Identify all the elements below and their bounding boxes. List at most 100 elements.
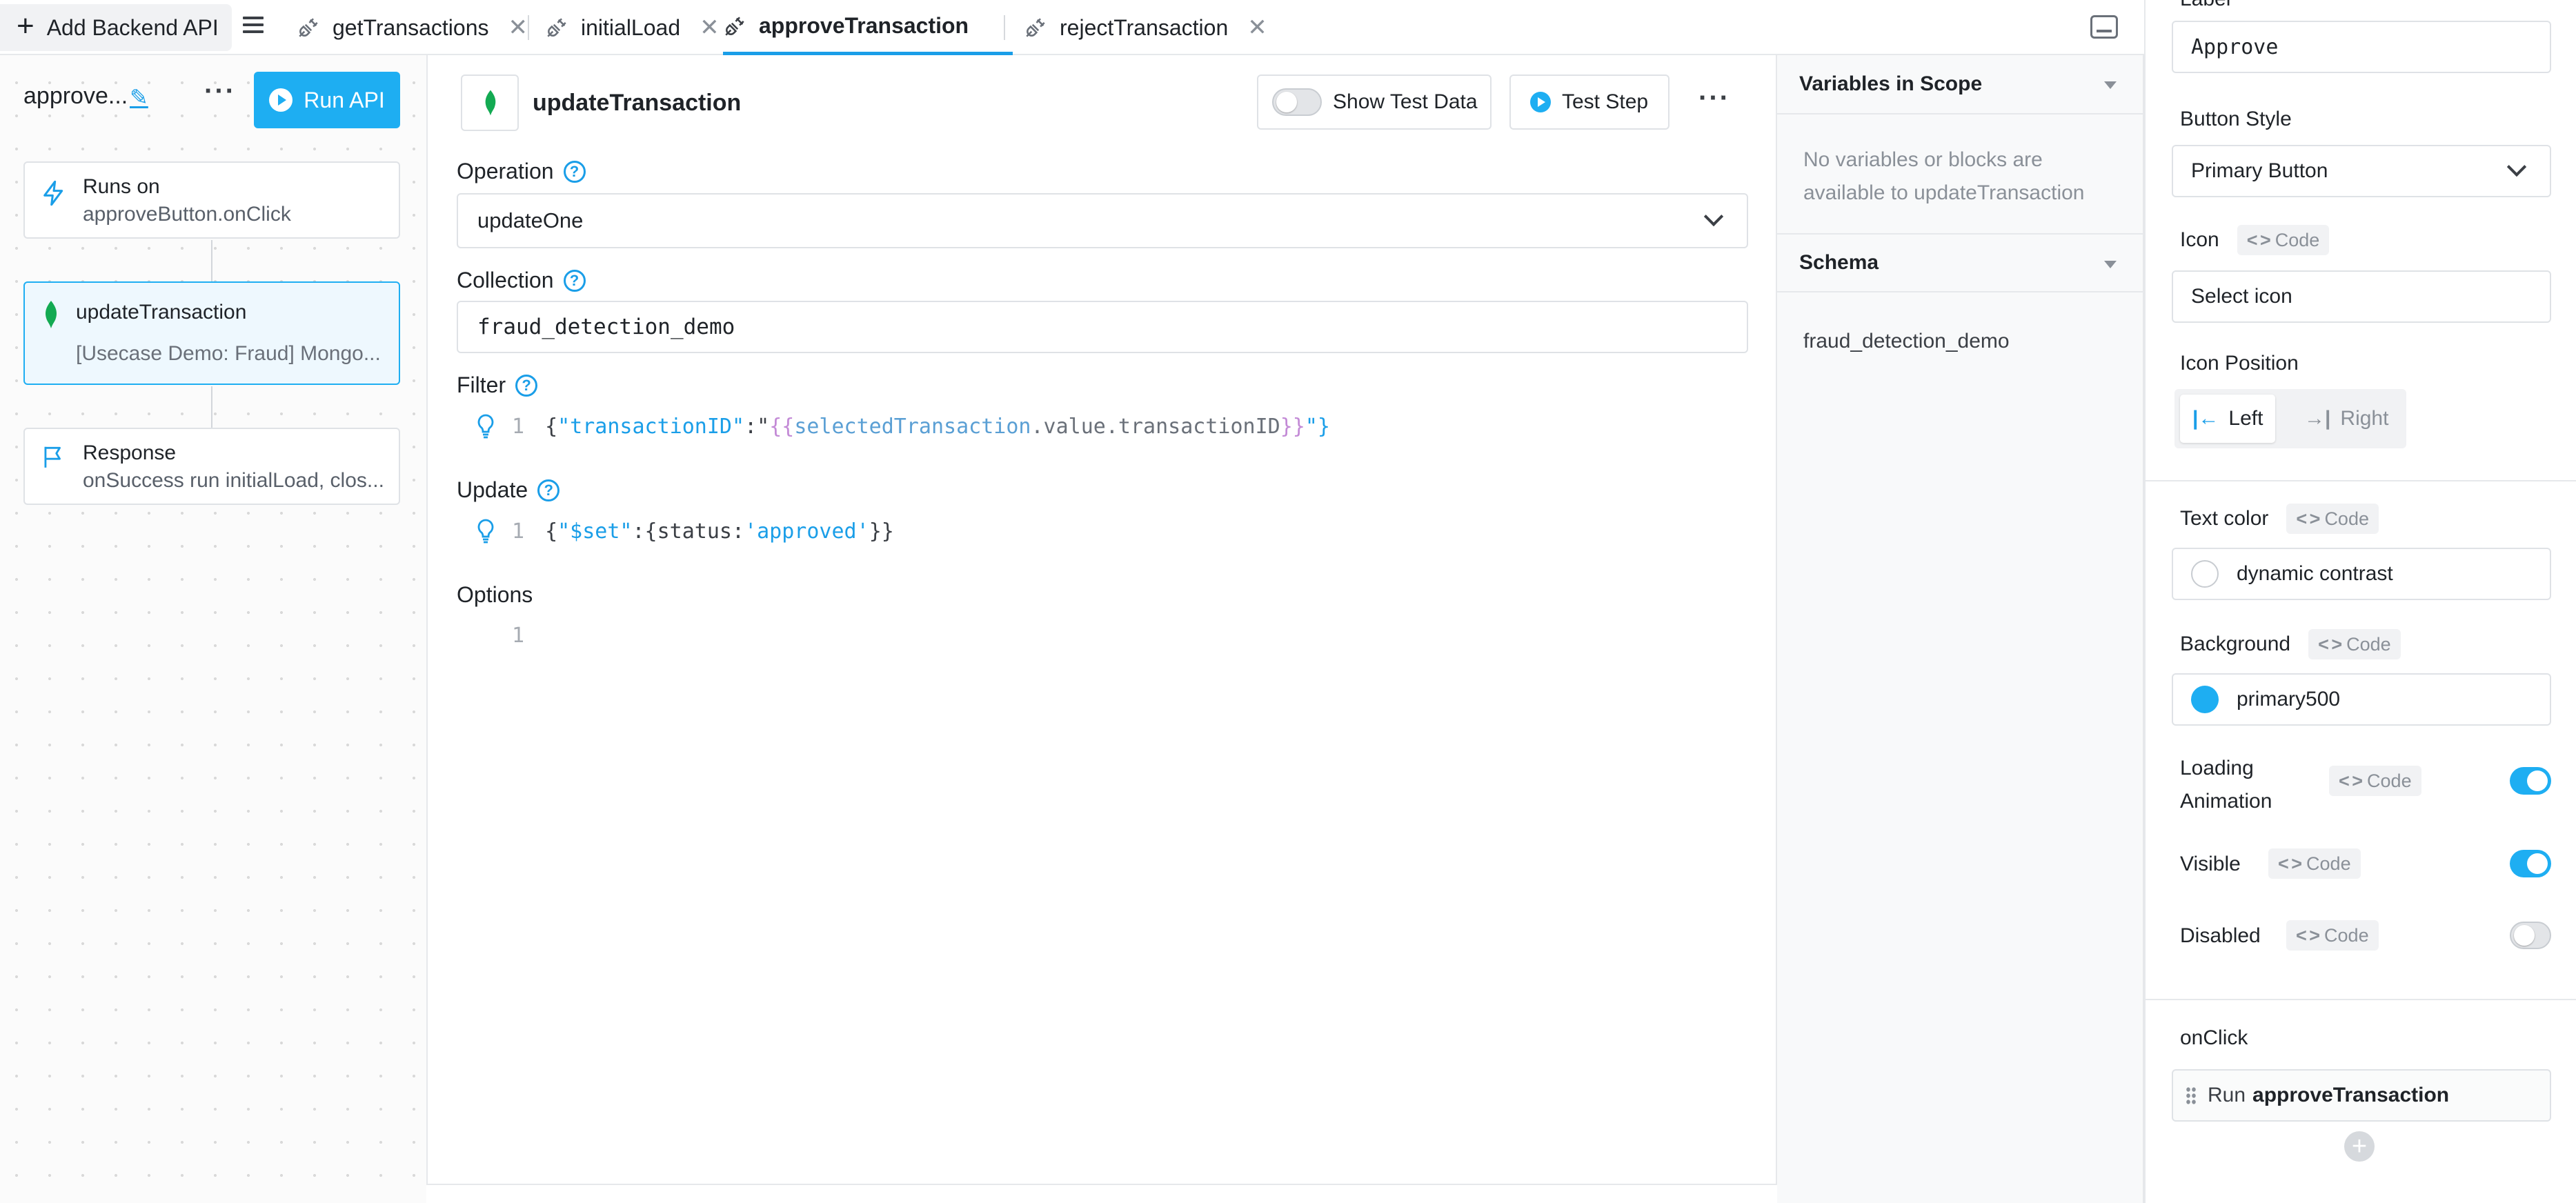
tab-approve-transaction[interactable]: approveTransaction bbox=[723, 0, 1013, 55]
bottom-panel-toggle-icon[interactable] bbox=[2090, 15, 2118, 39]
plus-icon: + bbox=[17, 9, 34, 43]
collapse-triangle-icon bbox=[2104, 81, 2117, 89]
code-tag-label: Code bbox=[2306, 853, 2351, 874]
flow-connector bbox=[211, 240, 212, 281]
text-color-value: dynamic contrast bbox=[2237, 562, 2393, 585]
icon-position-left-button[interactable]: |← Left bbox=[2180, 395, 2276, 443]
label-title: Label bbox=[2180, 0, 2230, 11]
show-test-data-label: Show Test Data bbox=[1333, 90, 1478, 113]
hamburger-menu-icon[interactable] bbox=[243, 17, 264, 37]
add-backend-api-button[interactable]: + Add Backend API bbox=[0, 4, 232, 51]
help-icon[interactable]: ? bbox=[563, 160, 586, 183]
text-color-title: Text color bbox=[2180, 507, 2269, 530]
collection-input[interactable]: fraud_detection_demo bbox=[457, 301, 1748, 353]
help-icon[interactable]: ? bbox=[563, 269, 586, 292]
more-options-icon[interactable]: ··· bbox=[1698, 83, 1730, 114]
code-brackets-icon: < > bbox=[2278, 853, 2302, 874]
close-icon[interactable]: ✕ bbox=[1247, 14, 1267, 41]
trigger-card[interactable]: Runs on approveButton.onClick bbox=[23, 161, 400, 239]
tab-label: initialLoad bbox=[581, 14, 681, 40]
loading-animation-toggle[interactable] bbox=[2510, 767, 2551, 795]
code-token: selectedTransaction bbox=[794, 414, 1031, 439]
lightning-icon bbox=[43, 180, 63, 206]
tab-label: approveTransaction bbox=[759, 13, 969, 38]
schema-item[interactable]: fraud_detection_demo bbox=[1803, 330, 2010, 353]
step-editor: updateTransaction Show Test Data Test St… bbox=[426, 55, 1777, 1203]
disabled-toggle[interactable] bbox=[2510, 922, 2551, 949]
toggle-switch[interactable] bbox=[1272, 88, 1322, 116]
loading-animation-title: Loading Animation bbox=[2180, 757, 2272, 813]
button-style-select[interactable]: Primary Button bbox=[2172, 145, 2551, 197]
filter-code-editor[interactable]: 1 { "transactionID" :" {{ selectedTransa… bbox=[476, 414, 1330, 439]
flag-icon bbox=[44, 446, 61, 468]
background-value: primary500 bbox=[2237, 688, 2341, 710]
trigger-title: Runs on bbox=[83, 175, 160, 198]
operation-label: Operation ? bbox=[457, 159, 586, 184]
filter-label: Filter ? bbox=[457, 372, 538, 398]
code-toggle[interactable]: < > Code bbox=[2286, 504, 2379, 534]
icon-position-right-button[interactable]: →| Right bbox=[2292, 395, 2401, 443]
label-value: Approve bbox=[2191, 34, 2279, 59]
variables-in-scope-header[interactable]: Variables in Scope bbox=[1777, 55, 2144, 115]
code-token: }} bbox=[1280, 414, 1305, 439]
collection-label-text: Collection bbox=[457, 268, 554, 292]
onclick-prefix: Run bbox=[2208, 1084, 2246, 1106]
code-toggle[interactable]: < > Code bbox=[2308, 629, 2401, 659]
lightbulb-icon[interactable] bbox=[476, 519, 495, 544]
tab-reject-transaction[interactable]: rejectTransaction ✕ bbox=[1024, 0, 1267, 55]
icon-position-left-label: Left bbox=[2228, 407, 2263, 430]
button-style-title: Button Style bbox=[2180, 108, 2292, 130]
code-tag-label: Code bbox=[2324, 924, 2369, 946]
tab-get-transactions[interactable]: getTransactions ✕ bbox=[297, 0, 528, 55]
collapse-triangle-icon bbox=[2104, 261, 2117, 268]
label-input[interactable]: Approve bbox=[2172, 21, 2551, 73]
color-swatch bbox=[2191, 686, 2219, 713]
code-brackets-icon: < > bbox=[2318, 633, 2342, 655]
options-label: Options bbox=[457, 582, 533, 608]
code-toggle[interactable]: < > Code bbox=[2329, 766, 2421, 796]
test-step-label: Test Step bbox=[1562, 90, 1649, 113]
background-color-picker[interactable]: primary500 bbox=[2172, 673, 2551, 726]
onclick-action-row[interactable]: Run approveTransaction bbox=[2172, 1069, 2551, 1122]
tab-initial-load[interactable]: initialLoad ✕ bbox=[545, 0, 720, 55]
variables-panel: Variables in Scope No variables or block… bbox=[1777, 55, 2144, 1203]
code-token: { bbox=[545, 414, 558, 439]
run-api-button[interactable]: Run API bbox=[254, 72, 400, 128]
icon-select[interactable]: Select icon bbox=[2172, 270, 2551, 323]
operation-value: updateOne bbox=[477, 208, 584, 232]
code-toggle[interactable]: < > Code bbox=[2237, 225, 2330, 255]
schema-header[interactable]: Schema bbox=[1777, 233, 2144, 292]
tab-separator bbox=[528, 15, 529, 40]
code-toggle[interactable]: < > Code bbox=[2286, 920, 2379, 951]
visible-toggle[interactable] bbox=[2510, 850, 2551, 877]
code-brackets-icon: < > bbox=[2296, 508, 2320, 529]
operation-select[interactable]: updateOne bbox=[457, 193, 1748, 248]
add-action-icon[interactable]: + bbox=[2344, 1131, 2375, 1162]
more-options-icon[interactable]: ··· bbox=[204, 76, 236, 107]
help-icon[interactable]: ? bbox=[537, 479, 560, 501]
code-token: 'approved' bbox=[744, 519, 869, 544]
close-icon[interactable]: ✕ bbox=[700, 14, 720, 41]
code-token: .value.transactionID bbox=[1031, 414, 1280, 439]
code-token: "$set" bbox=[557, 519, 633, 544]
plug-icon bbox=[299, 18, 318, 37]
edit-pencil-icon[interactable]: ✎ bbox=[130, 84, 148, 110]
code-tag-label: Code bbox=[2275, 229, 2320, 250]
test-step-button[interactable]: Test Step bbox=[1509, 74, 1670, 130]
code-toggle[interactable]: < > Code bbox=[2268, 848, 2361, 879]
code-token: }} bbox=[869, 519, 894, 544]
code-token: {{ bbox=[769, 414, 795, 439]
lightbulb-icon[interactable] bbox=[476, 414, 495, 439]
drag-handle-icon[interactable] bbox=[2186, 1086, 2197, 1104]
background-title: Background bbox=[2180, 633, 2291, 655]
update-code-editor[interactable]: 1 { "$set" :{status: 'approved' }} bbox=[476, 519, 894, 544]
step-card-update-transaction[interactable]: updateTransaction [Usecase Demo: Fraud] … bbox=[23, 281, 400, 385]
response-card[interactable]: Response onSuccess run initialLoad, clos… bbox=[23, 428, 400, 505]
step-detail: [Usecase Demo: Fraud] Mongo... bbox=[76, 342, 381, 365]
show-test-data-toggle[interactable]: Show Test Data bbox=[1257, 74, 1492, 130]
text-color-picker[interactable]: dynamic contrast bbox=[2172, 548, 2551, 600]
play-icon bbox=[1530, 92, 1551, 112]
help-icon[interactable]: ? bbox=[515, 374, 538, 397]
close-icon[interactable]: ✕ bbox=[508, 14, 528, 41]
options-code-editor[interactable]: 1 bbox=[512, 624, 545, 648]
